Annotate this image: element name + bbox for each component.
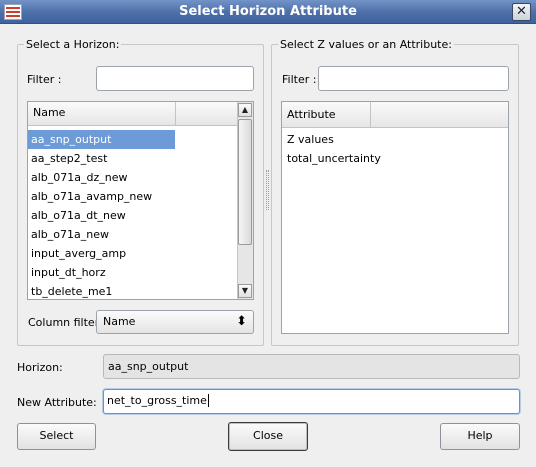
horizon-item[interactable]: aa_step2_test — [28, 149, 233, 168]
horizon-item[interactable]: input_dt_horz — [28, 263, 233, 282]
column-filter-select[interactable]: Name ⬍ — [96, 310, 254, 334]
header-filler — [371, 102, 508, 128]
close-window-icon[interactable]: ✕ — [512, 3, 531, 21]
horizon-list[interactable]: Name aa_snp_output aa_step2_test alb_071… — [27, 101, 254, 300]
attribute-column-header[interactable]: Attribute — [282, 102, 371, 128]
attribute-item[interactable]: Z values — [282, 130, 506, 149]
text-cursor — [207, 394, 209, 407]
header-filler — [176, 102, 237, 126]
scroll-up-icon[interactable]: ▲ — [238, 103, 252, 117]
scrollbar-thumb[interactable] — [238, 119, 252, 245]
horizon-label: Horizon: — [17, 361, 63, 374]
horizon-filter-label: Filter : — [27, 73, 62, 86]
attribute-filter-label: Filter : — [282, 73, 317, 86]
select-button[interactable]: Select — [17, 423, 96, 450]
close-button[interactable]: Close — [228, 422, 308, 451]
horizon-item[interactable]: alb_o71a_dt_new — [28, 206, 233, 225]
help-button[interactable]: Help — [440, 423, 520, 450]
horizon-item[interactable]: input_averg_amp — [28, 244, 233, 263]
column-filter-label: Column filter: — [28, 316, 103, 329]
horizon-group-title: Select a Horizon: — [24, 38, 122, 51]
attribute-item[interactable]: total_uncertainty — [282, 149, 506, 168]
scroll-down-icon[interactable]: ▼ — [238, 284, 252, 298]
attribute-filter-input[interactable] — [318, 66, 509, 91]
name-column-header[interactable]: Name — [28, 102, 176, 126]
splitter-handle[interactable] — [266, 170, 269, 210]
horizon-item[interactable]: alb_o71a_avamp_new — [28, 187, 233, 206]
combo-arrows-icon: ⬍ — [236, 314, 247, 329]
horizon-item[interactable]: alb_071a_dz_new — [28, 168, 233, 187]
new-attribute-label: New Attribute: — [17, 396, 97, 409]
horizon-item[interactable]: alb_o71a_new — [28, 225, 233, 244]
new-attribute-value: net_to_gross_time — [107, 394, 207, 407]
attribute-group-title: Select Z values or an Attribute: — [278, 38, 454, 51]
new-attribute-input[interactable]: net_to_gross_time — [103, 389, 520, 414]
attribute-list[interactable]: Attribute Z values total_uncertainty — [281, 101, 509, 334]
horizon-item[interactable]: tb_delete_me1 — [28, 282, 233, 301]
horizon-item[interactable]: aa_snp_output — [28, 130, 175, 149]
horizon-value-field: aa_snp_output — [103, 354, 520, 379]
window-title: Select Horizon Attribute — [179, 4, 357, 19]
horizon-filter-input[interactable] — [96, 66, 254, 91]
column-filter-value: Name — [103, 315, 136, 328]
